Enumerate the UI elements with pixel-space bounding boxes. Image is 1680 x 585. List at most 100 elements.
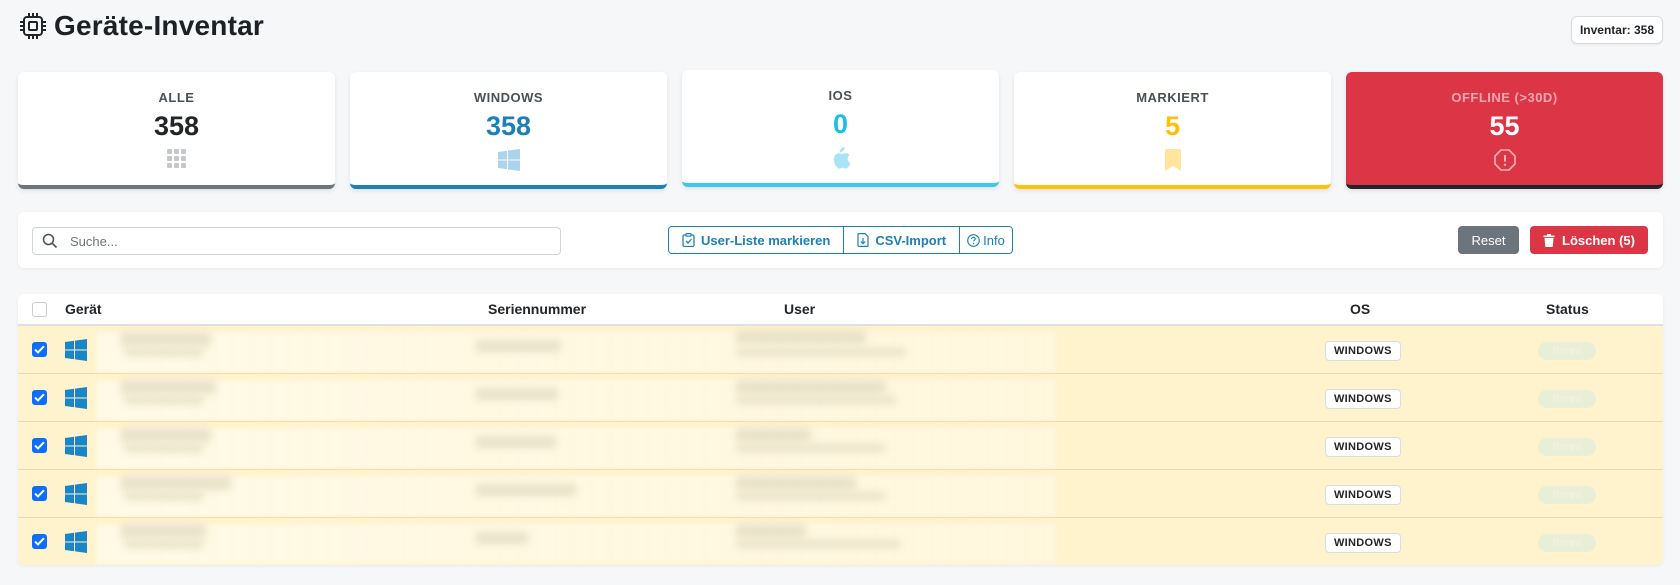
reset-button[interactable]: Reset: [1458, 226, 1519, 254]
redacted-text: [121, 476, 231, 490]
check-icon: [34, 441, 45, 450]
table-body: WINDOWS Bereit WINDOWS Bereit WINDOWS Bereit W…: [18, 326, 1663, 565]
card-windows-label: WINDOWS: [473, 90, 544, 105]
table-row[interactable]: WINDOWS Bereit: [18, 470, 1663, 518]
apple-icon: [682, 147, 999, 169]
card-offline-label: OFFLINE (>30D): [1451, 90, 1558, 105]
card-offline[interactable]: OFFLINE (>30D) 55: [1346, 72, 1663, 189]
status-badge: Bereit: [1538, 438, 1596, 456]
search-input[interactable]: [70, 233, 550, 249]
os-badge: WINDOWS: [1325, 533, 1401, 553]
mark-user-list-label: User-Liste markieren: [701, 232, 831, 248]
redacted-content: [96, 428, 1056, 468]
row-checkbox[interactable]: [32, 390, 47, 405]
os-badge: WINDOWS: [1325, 389, 1401, 409]
clipboard-check-icon: [682, 233, 695, 247]
info-button[interactable]: Info: [960, 227, 1012, 253]
card-all-label: ALLE: [158, 90, 195, 105]
redacted-text: [736, 476, 856, 490]
redacted-text: [124, 444, 204, 452]
check-icon: [34, 393, 45, 402]
col-header-user[interactable]: User: [784, 301, 815, 317]
card-all[interactable]: ALLE 358: [18, 72, 335, 189]
action-button-group: User-Liste markieren CSV-Import Info: [668, 226, 1013, 254]
redacted-content: [96, 380, 1056, 420]
status-badge: Bereit: [1538, 342, 1596, 360]
card-offline-value: 55: [1489, 111, 1520, 141]
trash-icon: [1543, 233, 1555, 247]
bookmark-icon: [1014, 149, 1331, 171]
redacted-text: [736, 444, 886, 452]
toolbar: User-Liste markieren CSV-Import Info: [18, 212, 1663, 268]
windows-icon: [65, 435, 87, 457]
redacted-text: [736, 348, 906, 356]
os-badge: WINDOWS: [1325, 437, 1401, 457]
page-header: Geräte-Inventar: [18, 10, 264, 42]
check-icon: [34, 489, 45, 498]
windows-icon: [65, 339, 87, 361]
redacted-text: [736, 540, 901, 548]
redacted-text: [476, 532, 528, 544]
redacted-text: [476, 388, 558, 400]
delete-button[interactable]: Löschen (5): [1530, 226, 1648, 254]
delete-label: Löschen (5): [1562, 232, 1635, 248]
search-box[interactable]: [32, 227, 561, 255]
redacted-text: [736, 330, 866, 344]
select-all-checkbox[interactable]: [32, 302, 47, 317]
card-marked[interactable]: MARKIERT 5: [1014, 72, 1331, 189]
redacted-text: [736, 380, 886, 394]
table-row[interactable]: WINDOWS Bereit: [18, 374, 1663, 422]
row-checkbox[interactable]: [32, 486, 47, 501]
card-windows[interactable]: WINDOWS 358: [350, 72, 667, 189]
redacted-content: [96, 524, 1056, 564]
stat-cards: ALLE 358 WINDOWS 358 IOS 0 MARKIERT 5 OF…: [18, 70, 1663, 190]
redacted-content: [96, 476, 1056, 516]
redacted-text: [124, 396, 204, 404]
alert-circle-icon: [1346, 149, 1663, 171]
redacted-text: [124, 540, 204, 548]
redacted-text: [736, 524, 806, 538]
cpu-chip-icon: [18, 11, 48, 41]
file-import-icon: [857, 233, 869, 247]
redacted-content: [96, 332, 1056, 372]
row-checkbox[interactable]: [32, 534, 47, 549]
page-title: Geräte-Inventar: [54, 10, 264, 41]
windows-icon: [350, 149, 667, 171]
redacted-text: [121, 524, 206, 538]
search-icon: [42, 233, 58, 249]
card-marked-value: 5: [1164, 111, 1181, 141]
os-badge: WINDOWS: [1325, 485, 1401, 505]
card-ios[interactable]: IOS 0: [682, 70, 999, 187]
col-header-serial[interactable]: Seriennummer: [488, 301, 586, 317]
os-badge: WINDOWS: [1325, 341, 1401, 361]
row-checkbox[interactable]: [32, 438, 47, 453]
device-table: Gerät Seriennummer User OS Status WINDOW…: [18, 294, 1663, 565]
card-marked-label: MARKIERT: [1136, 90, 1209, 105]
redacted-text: [736, 396, 896, 404]
card-ios-label: IOS: [828, 88, 853, 103]
redacted-text: [124, 492, 204, 500]
table-header: Gerät Seriennummer User OS Status: [18, 294, 1663, 326]
status-badge: Bereit: [1538, 486, 1596, 504]
table-row[interactable]: WINDOWS Bereit: [18, 326, 1663, 374]
redacted-text: [121, 332, 211, 346]
csv-import-label: CSV-Import: [875, 232, 947, 248]
col-header-device[interactable]: Gerät: [65, 301, 102, 317]
table-row[interactable]: WINDOWS Bereit: [18, 422, 1663, 470]
col-header-os[interactable]: OS: [1350, 301, 1370, 317]
table-row[interactable]: WINDOWS Bereit: [18, 518, 1663, 565]
card-all-value: 358: [153, 111, 200, 141]
mark-user-list-button[interactable]: User-Liste markieren: [669, 227, 845, 253]
redacted-text: [121, 428, 211, 442]
redacted-text: [124, 348, 204, 356]
redacted-text: [476, 484, 576, 496]
redacted-text: [121, 380, 216, 394]
row-checkbox[interactable]: [32, 342, 47, 357]
check-icon: [34, 537, 45, 546]
grid-icon: [18, 149, 335, 169]
help-circle-icon: [967, 233, 980, 247]
csv-import-button[interactable]: CSV-Import: [844, 227, 961, 253]
card-ios-value: 0: [832, 109, 849, 139]
redacted-text: [736, 428, 811, 442]
col-header-status[interactable]: Status: [1546, 301, 1589, 317]
